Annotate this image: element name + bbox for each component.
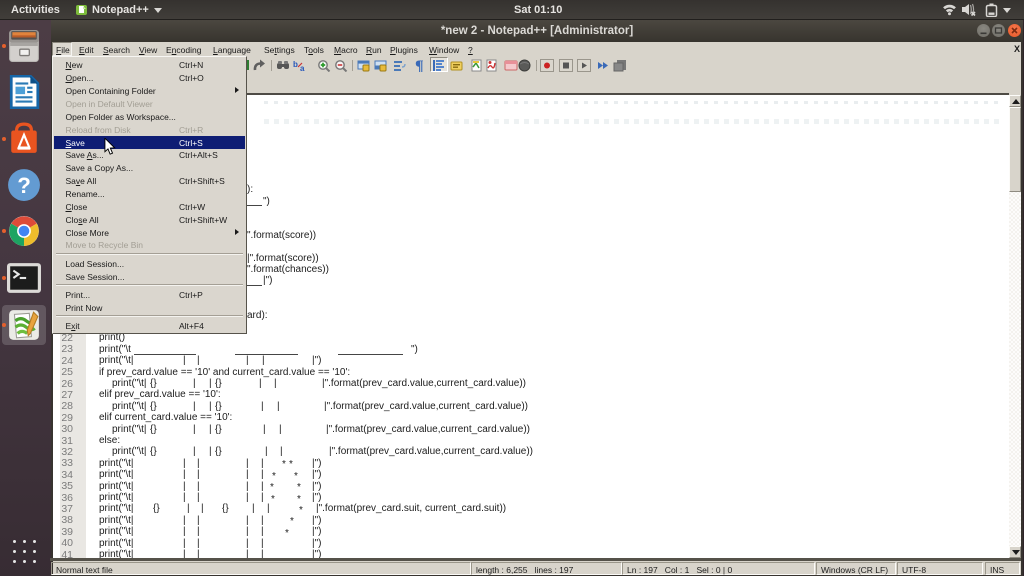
svg-text:?: ?	[17, 173, 31, 198]
svg-text:b: b	[293, 60, 298, 69]
svg-text:¶: ¶	[415, 59, 424, 72]
svg-text:a: a	[300, 64, 305, 72]
